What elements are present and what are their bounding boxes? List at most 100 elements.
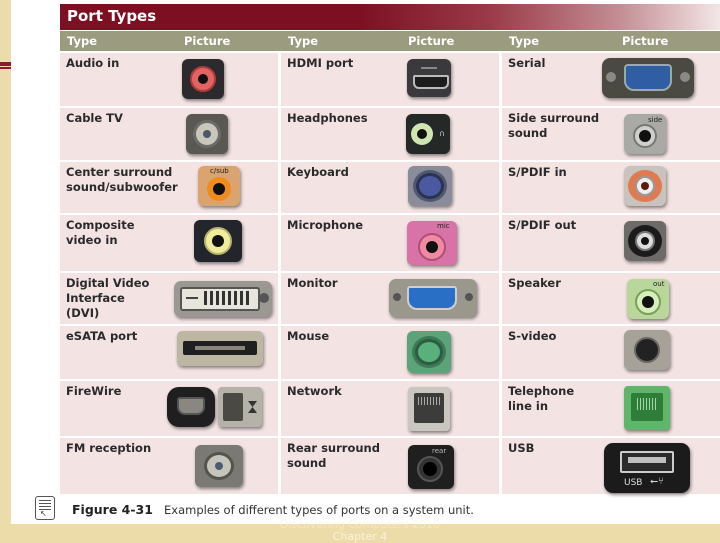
port-type-label: Keyboard [287, 165, 349, 179]
decorative-rule [0, 62, 11, 66]
table-cell: Monitor [281, 271, 499, 324]
coax-cable-tv-icon [186, 114, 228, 154]
figure-notes-icon[interactable]: ↖ [35, 496, 55, 520]
footer-book-title: Discovering Computers 2010 [279, 518, 441, 531]
out-label: out [653, 280, 665, 288]
slide-left-border [0, 0, 11, 540]
center-subwoofer-jack-icon: c/sub [198, 166, 240, 206]
table-row: Audio in HDMI port Serial [60, 51, 720, 106]
firewire-port-icon [167, 387, 215, 427]
usb-label: USB [624, 478, 643, 488]
port-type-label: Headphones [287, 111, 368, 125]
table-cell: Network [281, 379, 499, 436]
port-type-label: Center surround sound/subwoofer [66, 165, 178, 194]
port-type-label: FM reception [66, 441, 152, 455]
table-cell: Digital Video Interface (DVI) [60, 271, 278, 324]
figure-label: Figure 4-31 [72, 502, 153, 517]
port-type-label: Speaker [508, 276, 561, 290]
table-cell: Mouse [281, 324, 499, 379]
speaker-out-jack-icon: out [627, 279, 669, 319]
table-row: Composite video in Microphone mic S/PDIF… [60, 213, 720, 271]
table-cell: Microphone mic [281, 213, 499, 271]
hdmi-port-icon [407, 59, 451, 97]
table-title: Port Types [67, 7, 157, 25]
column-header-picture: Picture [408, 34, 455, 48]
usb-trident-icon: ⭠⑂ [650, 476, 664, 487]
table-cell: S/PDIF out [502, 213, 720, 271]
s-video-port-icon [624, 330, 670, 370]
microphone-jack-icon: mic [407, 221, 457, 265]
composite-video-jack-icon [194, 220, 242, 262]
figure-page: Port Types Type Picture Type Picture Typ… [11, 0, 720, 524]
ps2-keyboard-port-icon [408, 166, 452, 206]
table-cell: Rear surround sound rear [281, 436, 499, 494]
headphones-symbol: ∩ [439, 129, 445, 138]
column-header-picture: Picture [184, 34, 231, 48]
column-header-type: Type [288, 34, 319, 48]
table-cell: Telephone line in [502, 379, 720, 436]
serial-port-icon [602, 58, 694, 98]
column-header-type: Type [509, 34, 540, 48]
port-type-label: Rear surround sound [287, 441, 380, 470]
table-cell: Serial [502, 51, 720, 106]
fm-reception-coax-icon [195, 445, 243, 487]
table-row: Cable TV Headphones ∩ Side surround soun… [60, 106, 720, 160]
table-header-row: Type Picture Type Picture Type Picture [60, 31, 720, 51]
table-row: FireWire Network Telephone line in [60, 379, 720, 436]
telephone-rj11-port-icon [624, 386, 670, 430]
port-type-label: Composite video in [66, 218, 135, 247]
table-cell: S/PDIF in [502, 160, 720, 213]
figure-caption-text: Examples of different types of ports on … [164, 503, 474, 517]
table-cell: Audio in [60, 51, 278, 106]
table-cell: Composite video in [60, 213, 278, 271]
port-type-label: Digital Video Interface (DVI) [66, 276, 150, 320]
port-type-label: Mouse [287, 329, 330, 343]
ethernet-port-icon [408, 387, 450, 431]
footer-chapter: Chapter 4 [332, 530, 388, 543]
port-type-label: S/PDIF out [508, 218, 577, 232]
table-title-bar: Port Types [60, 4, 720, 30]
port-type-label: Microphone [287, 218, 364, 232]
table-cell: Speaker out [502, 271, 720, 324]
column-header-picture: Picture [622, 34, 669, 48]
rear-surround-jack-icon: rear [408, 445, 454, 489]
port-type-label: S/PDIF in [508, 165, 567, 179]
port-type-label: HDMI port [287, 56, 354, 70]
port-type-label: Side surround sound [508, 111, 600, 140]
port-type-label: Network [287, 384, 342, 398]
table-cell: Keyboard [281, 160, 499, 213]
spdif-in-jack-icon [624, 166, 666, 206]
vga-monitor-port-icon [389, 279, 477, 317]
table-row: FM reception Rear surround sound rear US… [60, 436, 720, 494]
table-cell: FM reception [60, 436, 278, 494]
ps2-mouse-port-icon [407, 331, 451, 373]
dvi-port-icon [174, 281, 272, 317]
slide-footer: Discovering Computers 2010 Chapter 4 [0, 519, 720, 543]
audio-in-jack-icon [182, 59, 224, 99]
table-cell: USB USB ⭠⑂ [502, 436, 720, 494]
port-type-label: Audio in [66, 56, 120, 70]
mic-label: mic [437, 222, 450, 230]
table-cell: Center surround sound/subwoofer c/sub [60, 160, 278, 213]
table-cell: FireWire [60, 379, 278, 436]
decorative-rule [0, 67, 11, 69]
table-cell: Headphones ∩ [281, 106, 499, 160]
side-surround-jack-icon: side [624, 114, 666, 154]
column-header-type: Type [67, 34, 98, 48]
c-sub-label: c/sub [210, 167, 229, 175]
side-label: side [648, 116, 663, 124]
usb-port-icon: USB ⭠⑂ [604, 443, 690, 493]
port-type-label: FireWire [66, 384, 122, 398]
port-type-label: eSATA port [66, 329, 138, 343]
port-type-label: Cable TV [66, 111, 123, 125]
table-row: eSATA port Mouse S-video [60, 324, 720, 379]
rear-label: rear [432, 447, 447, 455]
table-row: Digital Video Interface (DVI) Monitor Sp… [60, 271, 720, 324]
table-cell: Cable TV [60, 106, 278, 160]
table-cell: HDMI port [281, 51, 499, 106]
port-type-label: S-video [508, 329, 557, 343]
table-cell: S-video [502, 324, 720, 379]
esata-port-icon [177, 331, 263, 366]
table-cell: eSATA port [60, 324, 278, 379]
firewire-small-port-icon [218, 387, 262, 427]
